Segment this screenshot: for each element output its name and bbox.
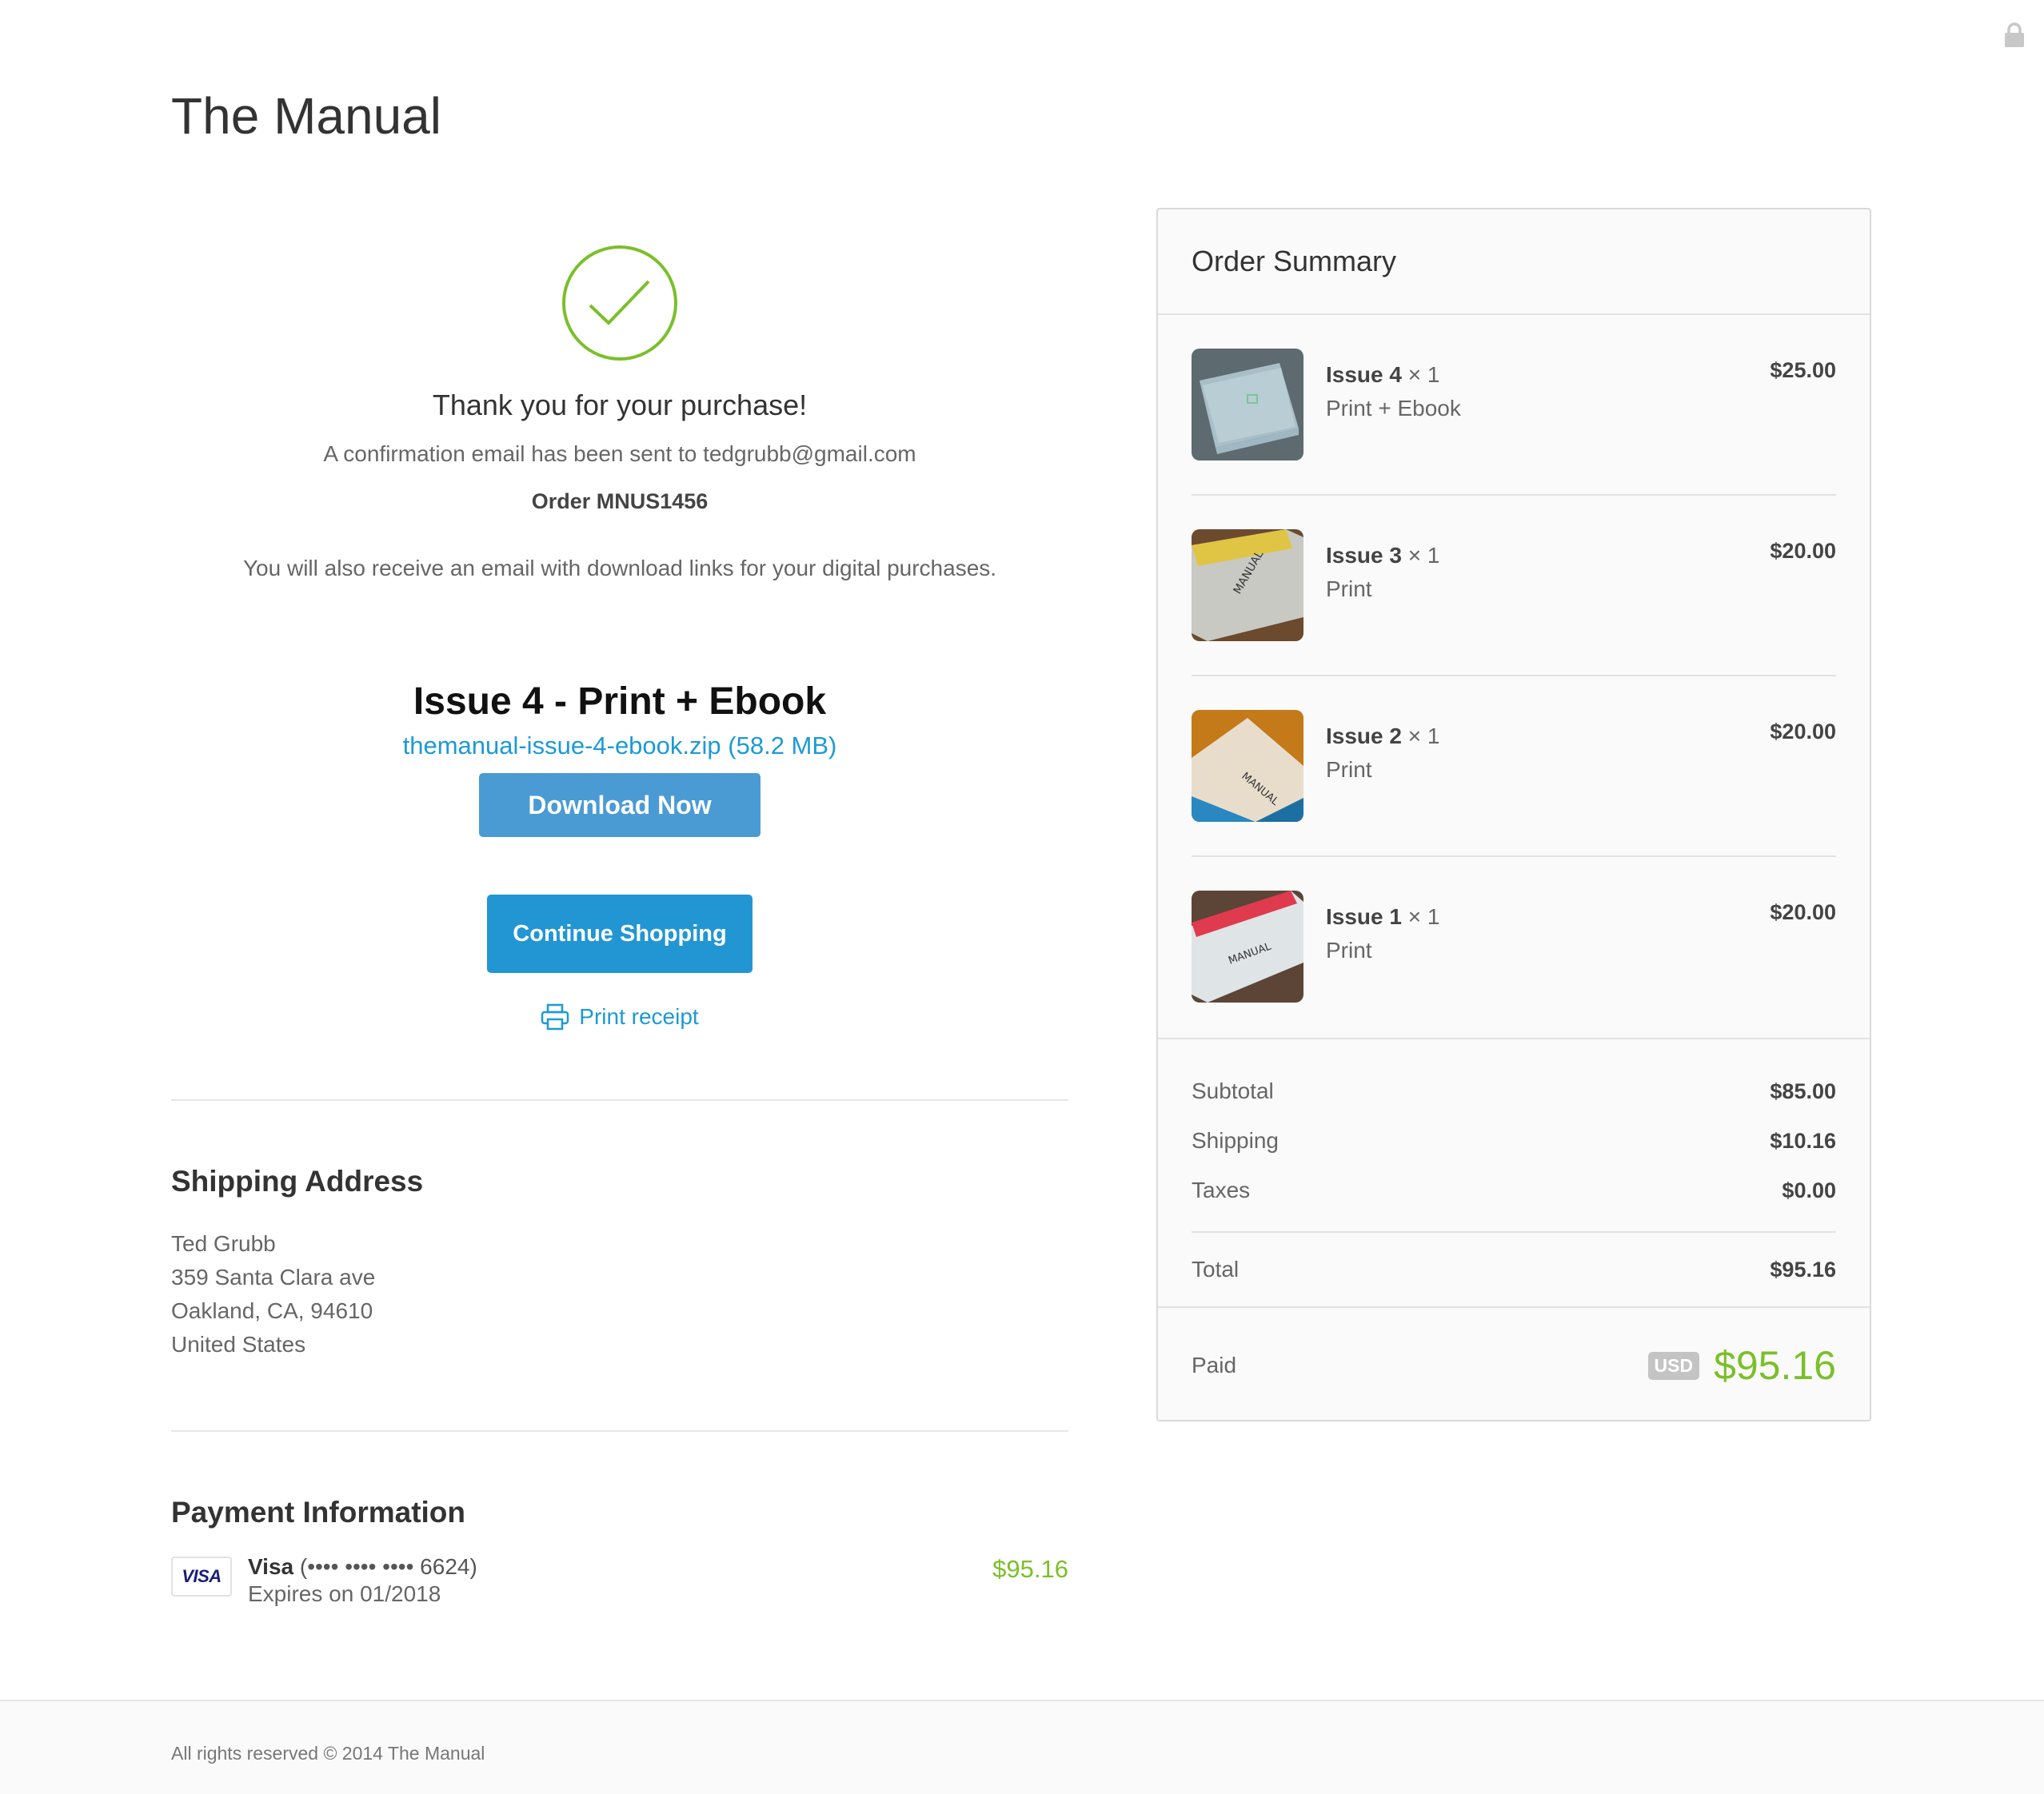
shipping-address: Ted Grubb 359 Santa Clara ave Oakland, C… — [171, 1227, 1068, 1361]
item-name: Issue 2 — [1326, 724, 1402, 748]
card-masked-number: (•••• •••• •••• 6624) — [299, 1553, 477, 1579]
address-street: 359 Santa Clara ave — [171, 1264, 376, 1290]
subtotal-label: Subtotal — [1192, 1078, 1274, 1103]
card-info: Visa (•••• •••• •••• 6624) Expires on 01… — [248, 1553, 477, 1608]
item-price: $20.00 — [1770, 539, 1836, 563]
download-filesize: (58.2 MB) — [728, 731, 837, 759]
item-thumbnail: MANUAL — [1192, 529, 1303, 641]
address-country: United States — [171, 1331, 306, 1357]
item-variant: Print + Ebook — [1326, 396, 1461, 421]
item-variant: Print — [1326, 938, 1372, 963]
item-variant: Print — [1326, 576, 1372, 601]
item-price: $25.00 — [1770, 358, 1836, 382]
thank-you-heading: Thank you for your purchase! — [432, 389, 808, 421]
taxes-label: Taxes — [1192, 1178, 1251, 1202]
item-price: $20.00 — [1770, 720, 1836, 744]
paid-amount: $95.16 — [1714, 1343, 1836, 1388]
order-summary-heading: Order Summary — [1158, 209, 1870, 315]
visa-logo: VISA — [171, 1556, 232, 1597]
shipping-row: Shipping $10.16 — [1192, 1116, 1836, 1166]
item-name: Issue 1 — [1326, 904, 1402, 929]
item-thumbnail — [1192, 349, 1303, 460]
shipping-value: $10.16 — [1770, 1128, 1836, 1153]
subtotal-row: Subtotal $85.00 — [1192, 1066, 1836, 1116]
order-item: MANUAL Issue 1 × 1 Print $20.00 — [1192, 857, 1836, 1038]
print-receipt-link[interactable]: Print receipt — [171, 1003, 1068, 1031]
payment-information-heading: Payment Information — [171, 1495, 465, 1529]
address-name: Ted Grubb — [171, 1230, 276, 1256]
printer-icon — [541, 1003, 569, 1030]
item-variant: Print — [1326, 757, 1372, 782]
digital-download-note: You will also receive an email with down… — [242, 556, 997, 580]
item-thumbnail: MANUAL — [1192, 710, 1303, 822]
download-title: Issue 4 - Print + Ebook — [413, 680, 827, 723]
confirmation-email-note: A confirmation email has been sent to te… — [323, 441, 916, 466]
total-row: Total $95.16 — [1192, 1233, 1836, 1306]
shipping-address-heading: Shipping Address — [171, 1164, 424, 1198]
lock-icon — [2005, 22, 2024, 47]
order-number: Order MNUS1456 — [531, 489, 709, 513]
payment-method-row: VISA Visa (•••• •••• •••• 6624) Expires … — [171, 1553, 1068, 1608]
shipping-label: Shipping — [1192, 1128, 1279, 1153]
subtotal-value: $85.00 — [1770, 1078, 1836, 1103]
footer: All rights reserved © 2014 The Manual — [0, 1700, 2044, 1794]
download-filename[interactable]: themanual-issue-4-ebook.zip — [403, 732, 721, 759]
order-item: MANUAL Issue 2 × 1 Print $20.00 — [1192, 676, 1836, 857]
total-value: $95.16 — [1770, 1257, 1836, 1282]
section-divider — [171, 1429, 1068, 1432]
section-divider — [171, 1098, 1068, 1101]
total-label: Total — [1192, 1257, 1240, 1282]
item-quantity: × 1 — [1401, 362, 1440, 387]
order-totals: Subtotal $85.00 Shipping $10.16 Taxes $0… — [1158, 1038, 1870, 1306]
order-item: Issue 4 × 1 Print + Ebook $25.00 — [1192, 315, 1836, 496]
card-name: Visa — [248, 1553, 294, 1579]
card-expiry: Expires on 01/2018 — [248, 1581, 441, 1606]
order-items: Issue 4 × 1 Print + Ebook $25.00 MANUAL … — [1158, 315, 1870, 1038]
paid-row: Paid USD $95.16 — [1158, 1306, 1870, 1423]
continue-shopping-button[interactable]: Continue Shopping — [487, 894, 753, 973]
item-thumbnail: MANUAL — [1192, 891, 1303, 1003]
address-city: Oakland, CA, 94610 — [171, 1298, 373, 1323]
item-quantity: × 1 — [1401, 904, 1440, 929]
item-price: $20.00 — [1770, 900, 1836, 924]
download-now-button[interactable]: Download Now — [479, 772, 761, 837]
item-name: Issue 4 — [1326, 362, 1402, 387]
taxes-row: Taxes $0.00 — [1192, 1166, 1836, 1215]
payment-amount: $95.16 — [992, 1554, 1068, 1583]
checkmark-circle-icon — [562, 245, 677, 361]
footer-copyright: All rights reserved © 2014 The Manual — [171, 1743, 485, 1764]
download-file-link[interactable]: themanual-issue-4-ebook.zip (58.2 MB) — [171, 732, 1068, 760]
item-quantity: × 1 — [1401, 724, 1440, 748]
confirmation-panel: Thank you for your purchase! A confirmat… — [171, 208, 1068, 1608]
item-name: Issue 3 — [1326, 543, 1402, 568]
order-item: MANUAL Issue 3 × 1 Print $20.00 — [1192, 496, 1836, 676]
item-quantity: × 1 — [1401, 543, 1440, 568]
taxes-value: $0.00 — [1782, 1178, 1836, 1202]
print-receipt-label[interactable]: Print receipt — [579, 1004, 698, 1030]
paid-label: Paid — [1192, 1353, 1237, 1377]
order-summary: Order Summary Issue 4 × 1 Print + Ebook … — [1156, 208, 1871, 1421]
store-title: The Manual — [171, 87, 441, 145]
currency-badge: USD — [1647, 1351, 1700, 1380]
